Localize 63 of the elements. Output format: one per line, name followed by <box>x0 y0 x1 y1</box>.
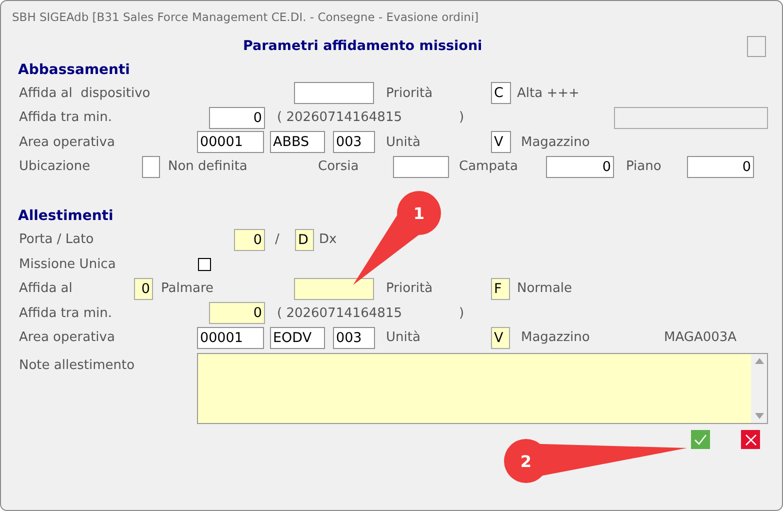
field-label: Normale <box>517 281 572 296</box>
field-label: Porta / Lato <box>19 232 94 247</box>
input-field[interactable]: C <box>491 82 511 104</box>
field-label: Affida tra min. <box>19 306 112 321</box>
cancel-button[interactable] <box>741 430 760 450</box>
field-label: Palmare <box>161 281 214 296</box>
input-field[interactable]: 003 <box>333 327 375 350</box>
field-label: ) <box>459 110 464 126</box>
input-field[interactable]: 00001 <box>197 131 264 154</box>
field-label: Non definita <box>168 159 248 174</box>
field-label: Magazzino <box>521 330 590 346</box>
field-label: Affida tra min. <box>19 110 112 126</box>
window-title: SBH SIGEAdb [B31 Sales Force Management CE.DI. - Consegne - Evasione ordini] <box>11 9 480 26</box>
input-field[interactable]: EODV <box>270 327 325 350</box>
close-icon <box>744 434 756 446</box>
scroll-down-icon[interactable] <box>754 413 764 420</box>
field-label: ( 20260714164815 <box>277 110 402 126</box>
field-label: ( 20260714164815 <box>277 306 402 321</box>
input-field[interactable]: V <box>491 327 510 350</box>
checkbox[interactable] <box>198 258 211 271</box>
field-label: ) <box>459 306 464 321</box>
input-field[interactable]: F <box>491 278 510 300</box>
notes-textarea[interactable] <box>197 353 768 424</box>
check-icon <box>694 434 707 446</box>
input-field[interactable] <box>294 82 374 104</box>
field-label: Affida al <box>19 281 72 296</box>
field-label: Area operativa <box>19 330 115 346</box>
input-field[interactable]: 0 <box>209 302 265 324</box>
field-label: Dx <box>319 232 337 247</box>
field-label: Unità <box>386 134 420 150</box>
window-button[interactable] <box>747 36 766 56</box>
input-field[interactable]: 0 <box>134 278 153 300</box>
form-title: Parametri affidamento missioni <box>243 36 482 56</box>
field-label: Piano <box>626 159 662 174</box>
input-field[interactable]: 0 <box>546 156 614 178</box>
scroll-up-icon[interactable] <box>754 358 764 364</box>
field-label: Unità <box>386 330 420 346</box>
input-field[interactable]: ABBS <box>270 131 325 154</box>
field-label: Missione Unica <box>19 256 116 272</box>
input-field[interactable]: 00001 <box>197 327 264 350</box>
input-field[interactable]: 0 <box>234 228 265 251</box>
input-field[interactable]: V <box>491 131 511 154</box>
field-label: Magazzino <box>521 134 590 150</box>
field-label: Ubicazione <box>19 159 90 174</box>
field-label: Corsia <box>318 159 359 174</box>
input-field[interactable]: 0 <box>209 106 265 129</box>
field-label: Note allestimento <box>19 357 136 376</box>
input-field[interactable]: D <box>295 228 314 251</box>
field-label: Affida al dispositivo <box>19 86 150 101</box>
field-label: / <box>275 232 280 247</box>
confirm-button[interactable] <box>691 430 710 450</box>
field-label: MAGA003A <box>664 330 737 346</box>
input-field[interactable] <box>393 156 449 178</box>
input-field[interactable] <box>142 156 160 178</box>
section-heading: Allestimenti <box>18 207 114 226</box>
input-field[interactable]: 003 <box>333 131 375 154</box>
input-field[interactable] <box>294 278 374 300</box>
field-label: Priorità <box>386 86 433 101</box>
field-label: Campata <box>459 159 518 174</box>
input-field[interactable]: 0 <box>687 156 754 178</box>
section-heading: Abbassamenti <box>18 61 130 80</box>
field-label: Area operativa <box>19 134 115 150</box>
field-label: Alta +++ <box>517 86 580 101</box>
